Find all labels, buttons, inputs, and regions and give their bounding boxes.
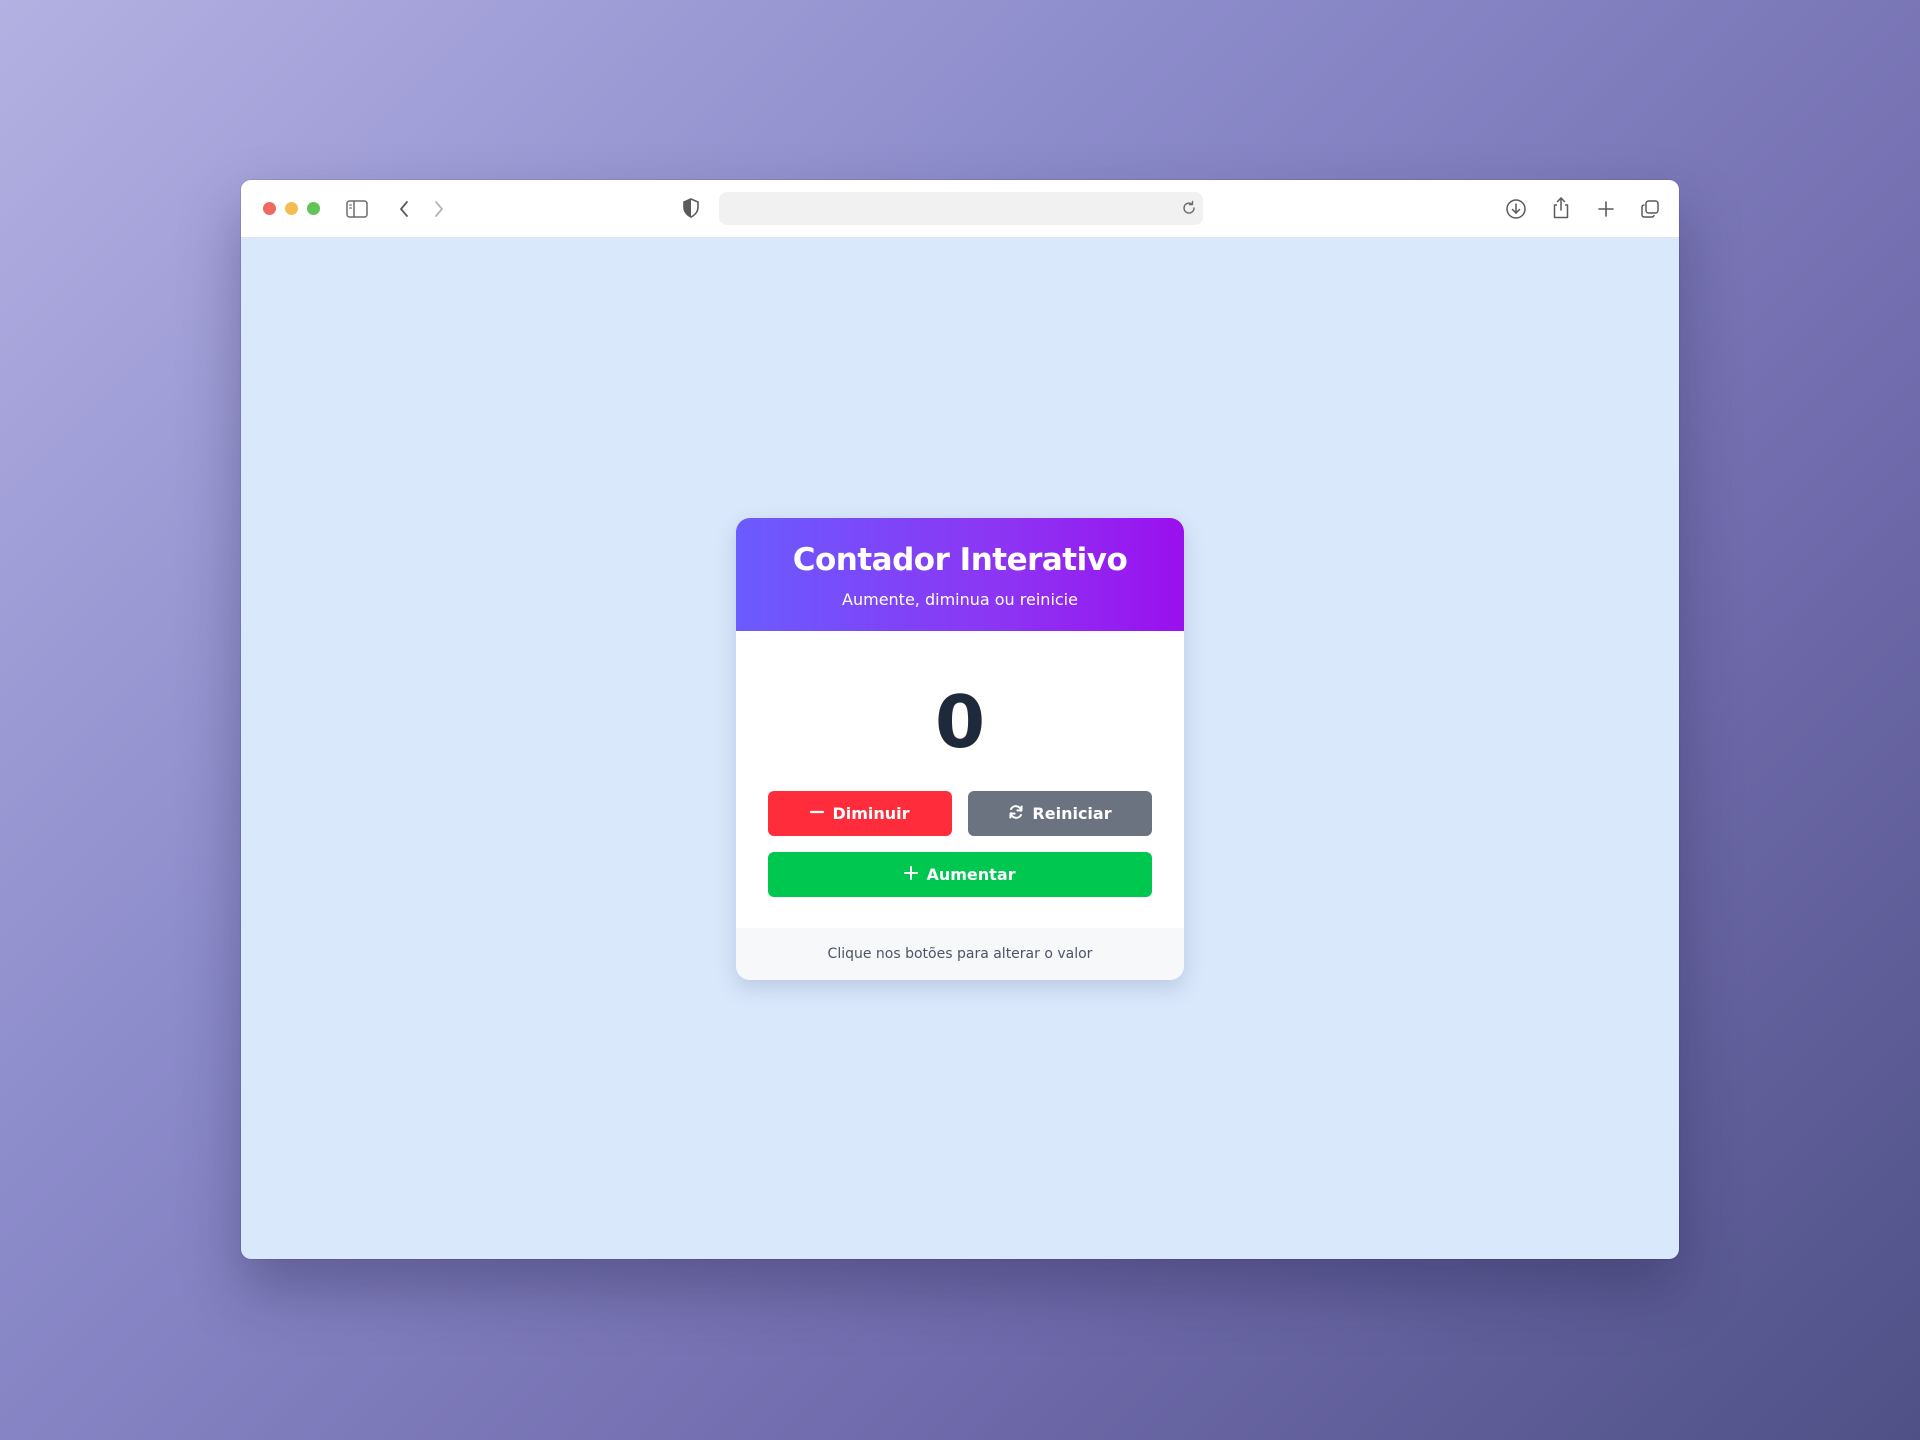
chevron-right-icon[interactable] bbox=[428, 198, 450, 220]
minimize-window-button[interactable] bbox=[285, 202, 298, 215]
chevron-left-icon[interactable] bbox=[393, 198, 415, 220]
reset-button-label: Reiniciar bbox=[1032, 804, 1112, 823]
browser-window: Contador Interativo Aumente, diminua ou … bbox=[241, 180, 1679, 1259]
counter-card: Contador Interativo Aumente, diminua ou … bbox=[736, 518, 1184, 980]
minus-icon bbox=[810, 804, 825, 823]
increase-button[interactable]: Aumentar bbox=[768, 852, 1152, 897]
close-window-button[interactable] bbox=[263, 202, 276, 215]
card-header: Contador Interativo Aumente, diminua ou … bbox=[736, 518, 1184, 631]
reset-button[interactable]: Reiniciar bbox=[968, 791, 1152, 836]
plus-icon[interactable] bbox=[1594, 197, 1618, 221]
decrease-button-label: Diminuir bbox=[832, 804, 910, 823]
shield-icon[interactable] bbox=[680, 197, 702, 219]
browser-toolbar bbox=[241, 180, 1679, 238]
counter-value: 0 bbox=[934, 680, 986, 764]
share-icon[interactable] bbox=[1549, 196, 1573, 220]
reload-icon[interactable] bbox=[1181, 200, 1197, 221]
increase-button-label: Aumentar bbox=[926, 865, 1016, 884]
sidebar-icon[interactable] bbox=[346, 198, 368, 220]
download-icon[interactable] bbox=[1504, 197, 1528, 221]
plus-icon bbox=[904, 865, 919, 884]
tab-overview-icon[interactable] bbox=[1638, 197, 1662, 221]
card-title: Contador Interativo bbox=[792, 542, 1128, 578]
zoom-window-button[interactable] bbox=[307, 202, 320, 215]
decrease-button[interactable]: Diminuir bbox=[768, 791, 952, 836]
card-subtitle: Aumente, diminua ou reinicie bbox=[842, 590, 1078, 609]
address-bar[interactable] bbox=[719, 192, 1203, 225]
refresh-icon bbox=[1008, 804, 1024, 824]
card-footer: Clique nos botões para alterar o valor bbox=[736, 928, 1184, 980]
